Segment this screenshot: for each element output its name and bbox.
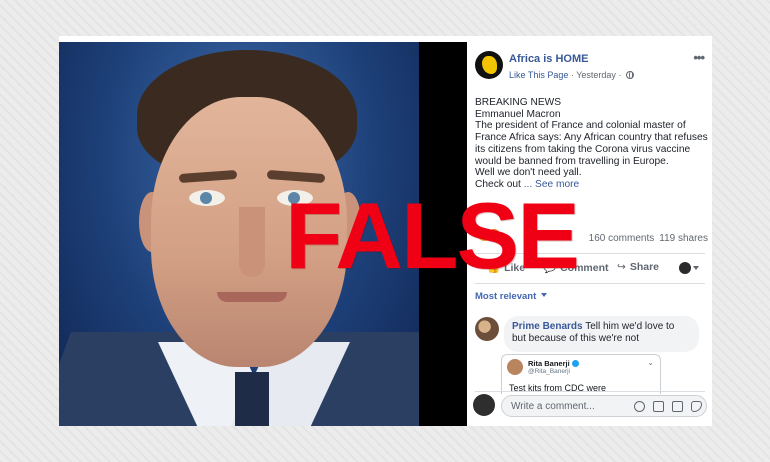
post-text-line: BREAKING NEWS	[475, 97, 562, 108]
post-text-line: France Africa says: Any African country …	[475, 132, 708, 144]
globe-icon	[625, 71, 634, 79]
comment-input-placeholder: Write a comment...	[511, 401, 595, 412]
share-button[interactable]: ↪ Share	[617, 261, 659, 273]
tweet-author-handle: @Rita_Banerji	[528, 368, 571, 375]
comment-input[interactable]: Write a comment...	[501, 395, 707, 417]
emoji-icon[interactable]	[634, 401, 645, 412]
photo-eye-left	[189, 190, 225, 206]
chevron-down-icon	[540, 293, 547, 297]
gif-icon[interactable]	[672, 401, 683, 412]
page-name-link[interactable]: Africa is HOME	[509, 53, 588, 65]
divider	[475, 391, 705, 392]
false-stamp: FALSE	[285, 183, 580, 288]
meta-separator: ·	[570, 70, 574, 80]
meta-separator-2: ·	[618, 70, 622, 80]
comment-bubble: Prime Benards Tell him we'd love to but …	[504, 316, 699, 352]
current-user-avatar	[473, 394, 495, 416]
page-avatar[interactable]	[475, 51, 503, 79]
commenter-avatar[interactable]	[475, 317, 499, 341]
comment-author-link[interactable]: Prime Benards	[512, 321, 583, 332]
post-text-line: The president of France and colonial mas…	[475, 120, 686, 132]
photo-mouth	[217, 292, 287, 302]
tweet-author-avatar	[507, 359, 523, 375]
reaction-profile-menu[interactable]	[679, 262, 699, 275]
profile-mini-avatar	[679, 262, 691, 274]
comment-sort-dropdown[interactable]: Most relevant	[475, 291, 547, 302]
embedded-tweet-image[interactable]: Rita Banerji @Rita_Banerji ⌄ Test kits f…	[501, 354, 661, 394]
like-page-link[interactable]: Like This Page	[509, 70, 568, 80]
comment-sort-label: Most relevant	[475, 291, 537, 302]
chevron-down-icon	[693, 266, 699, 270]
tweet-author-name-text: Rita Banerji	[528, 359, 570, 368]
post-text: BREAKING NEWS Emmanuel Macron The presid…	[475, 97, 708, 191]
chevron-down-icon: ⌄	[647, 358, 654, 367]
post-time[interactable]: Yesterday	[576, 70, 616, 80]
more-icon[interactable]: •••	[693, 50, 705, 65]
post-meta: Like This Page · Yesterday ·	[509, 70, 634, 80]
africa-logo-icon	[482, 56, 497, 74]
post-text-line: its citizens from taking the Corona viru…	[475, 143, 691, 155]
post-text-line: would be banned from travelling in Europ…	[475, 155, 669, 167]
share-label: Share	[629, 261, 659, 273]
shares-count[interactable]: 119 shares	[659, 233, 708, 244]
post-text-line: Emmanuel Macron	[475, 108, 561, 120]
photo-nose	[239, 207, 265, 277]
tweet-author-name: Rita Banerji	[528, 359, 579, 368]
post-text-line: Well we don't need yall.	[475, 167, 582, 179]
camera-icon[interactable]	[653, 401, 664, 412]
verified-badge-icon	[571, 360, 579, 367]
sticker-icon[interactable]	[691, 401, 702, 412]
share-icon: ↪	[617, 261, 626, 273]
comments-count[interactable]: 160 comments	[589, 233, 655, 244]
post-stats: 160 comments 119 shares	[589, 233, 708, 244]
photo-tie	[235, 372, 269, 426]
